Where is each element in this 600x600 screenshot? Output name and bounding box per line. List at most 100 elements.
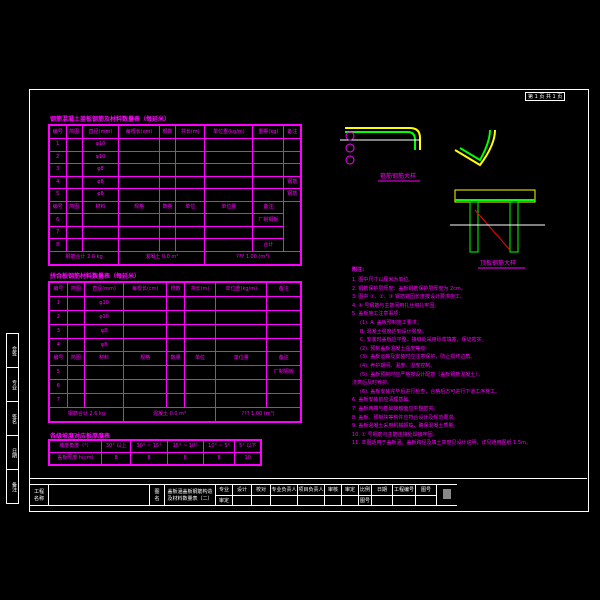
table-row: 8 合计: [48, 238, 301, 252]
cell: [122, 365, 168, 380]
cell: [204, 163, 254, 177]
note-line: 1. 图中尺寸以厘米为单位。: [352, 277, 414, 283]
cell: [158, 238, 177, 252]
cell: [118, 163, 160, 177]
cell: [118, 188, 160, 202]
cell: [215, 337, 268, 353]
note-line: C. 安装时盖板应平整，接缝处采用砂浆填塞，保证密实。: [360, 337, 487, 344]
cell: [118, 213, 160, 227]
cell: 编号: [48, 124, 67, 140]
cell: [118, 225, 160, 240]
cell: 6: [48, 213, 67, 227]
cell: [122, 310, 168, 325]
table-row: 2 φ10: [48, 310, 302, 325]
cell: [183, 310, 217, 325]
table-row: 5 φ8 钢筋: [48, 188, 302, 202]
cell: [204, 213, 254, 227]
cell: [66, 365, 86, 380]
cell: 单位: [183, 351, 217, 367]
footer-cell: 混凝土 0.0 m³: [118, 250, 206, 266]
note-line: 3. 图中 ①、②、③ 钢筋锚固长度按设计要求施工。: [352, 294, 465, 301]
cell: [166, 365, 185, 380]
cell: 材料: [81, 200, 120, 215]
note-line: 2. 钢筋保护层厚度：盖板钢筋保护层厚度为 2cm。: [352, 285, 466, 292]
cell: [81, 225, 120, 240]
side-cell: 日期: [6, 435, 19, 470]
cell: [283, 163, 302, 177]
tb-cell: 日期: [371, 484, 393, 496]
cell: 5: [48, 188, 67, 202]
cell: [158, 225, 177, 240]
table-row: 6: [48, 379, 302, 394]
cell: [183, 323, 217, 339]
cell: 单位量: [204, 200, 254, 215]
cell: [66, 337, 86, 353]
cell: 根数: [166, 281, 185, 298]
cell: [266, 337, 302, 353]
cell: [84, 365, 124, 380]
cell: [183, 337, 217, 353]
cell: [166, 379, 185, 394]
note-line: 4. ④ 号钢筋与主筋间用扎丝绑扎牢固。: [352, 302, 440, 309]
cell: [158, 188, 177, 202]
cell: 简图: [65, 124, 83, 140]
note-line: (6). 盖板安装完毕后进行检查，合格后方可进行下道工序施工。: [360, 388, 501, 395]
note-line: 7. 盖板两端与基础接触面应平整密实。: [352, 406, 439, 412]
note-line: (2). 预制盖板混凝土强度等级：: [360, 345, 431, 352]
cell: [252, 163, 285, 177]
tb-cell: 图号: [415, 484, 437, 496]
cell: [65, 163, 83, 177]
cell: [158, 175, 177, 190]
cell: [158, 163, 177, 177]
note-line: B. 混凝土强度达到设计强度；: [360, 328, 427, 335]
cell: 6: [48, 379, 68, 394]
cad-drawing-sheet: 第 1 页 共 1 页 钢筋混凝土盖板钢筋及材料数量表（每延米） 编号 简图 直径(…: [0, 0, 600, 600]
cell: [65, 138, 83, 152]
cell: 规格: [118, 200, 160, 215]
side-cell: 专业: [6, 367, 19, 402]
figure-name: 盖板涵盖板钢筋构造 及材料数量表（二）: [164, 484, 216, 506]
cell: [122, 296, 168, 312]
cell: 重量(kg): [252, 124, 285, 140]
cell: 数量: [158, 200, 177, 215]
cell: [252, 150, 285, 165]
cell: 编号: [48, 351, 68, 367]
note-line: 9. 盖板混凝土采用机械振捣，确保混凝土质量。: [352, 423, 459, 430]
cell: [183, 392, 217, 408]
tb-cell: 专业负责人: [270, 484, 298, 496]
cell: [175, 238, 206, 252]
cell: 钢筋: [283, 175, 302, 190]
cell: [66, 379, 86, 394]
cell: [215, 392, 268, 408]
cell: 共长(m): [175, 124, 206, 140]
cell: [175, 213, 206, 227]
cell: [204, 225, 254, 240]
cell: 4: [48, 337, 68, 353]
cell: [158, 150, 177, 165]
cell: 直径(mm): [81, 124, 120, 140]
cell: 坡度角度（°）: [48, 439, 102, 453]
table-row: 4 φ8 钢筋: [48, 175, 302, 190]
note-line: 5. 盖板施工注意事项：: [352, 311, 404, 318]
note-line: 8. 盖板、预制块等构件应符合设计及规范要求。: [352, 414, 459, 421]
cell: [65, 213, 83, 227]
cell: [175, 163, 206, 177]
tb-cell: 比例: [358, 484, 372, 496]
cell: 8: [202, 452, 236, 466]
cell: [158, 213, 177, 227]
cell: φ8: [81, 188, 120, 202]
cell: 厂制钢板: [266, 365, 302, 380]
cell: [204, 138, 254, 152]
cell: 3: [48, 323, 68, 339]
cell: 单位量: [215, 351, 268, 367]
cell: [118, 175, 160, 190]
cell: 合计: [252, 238, 285, 252]
cell: 编号: [48, 281, 68, 298]
cell: [204, 188, 254, 202]
tb-cell: 审核: [324, 484, 342, 496]
cell: 盖板厚度 h(cm): [48, 452, 102, 466]
cell: [183, 296, 217, 312]
table1-title: 钢筋混凝土盖板钢筋及材料数量表（每延米）: [50, 116, 171, 123]
cell: 8: [100, 452, 132, 466]
cell: 7: [48, 225, 67, 240]
